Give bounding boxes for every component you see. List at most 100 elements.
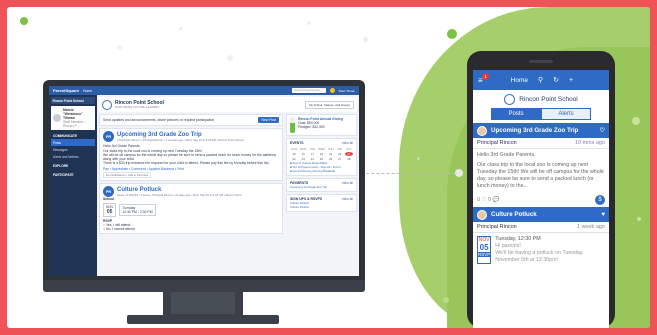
mobile-school-name: Rincon Point School [519, 95, 578, 103]
share-box: Send updates and announcements, share pi… [99, 114, 283, 126]
calendar-day[interactable]: 27 [336, 157, 344, 161]
desktop-screen: ParentSquare Home Search ParentSquare St… [49, 86, 359, 276]
post-body: There is a $30 trip entrance fee require… [103, 161, 270, 165]
school-logo-icon [504, 93, 516, 105]
add-icon[interactable]: + [569, 77, 573, 84]
mobile-post-meta: Principal Rincon 10 mins ago [473, 138, 609, 149]
signup-item[interactable]: Culture Potluck [290, 205, 353, 209]
rsvp-no-option[interactable]: ○ No, I cannot attend [103, 227, 279, 231]
post-greeting: Hello 3rd Grade Parents, [477, 152, 536, 158]
school-logo-icon [102, 99, 112, 110]
tab-posts[interactable]: Posts [491, 108, 541, 120]
search-input[interactable]: Search ParentSquare [291, 88, 326, 93]
mobile-post-meta: Principal Rincon 1 week ago [473, 222, 609, 233]
signups-view-all-link[interactable]: view all [342, 197, 353, 201]
sidebar-item-alerts[interactable]: Alerts and Notices [51, 153, 95, 160]
new-post-button[interactable]: New Post [258, 117, 279, 123]
rsvp-no-label: No, I cannot attend [106, 227, 135, 231]
post-actions[interactable]: Pay • Appreciate • Comment • Applied Bac… [103, 167, 279, 171]
connector-dot [455, 169, 463, 177]
mobile-post-title: Upcoming 3rd Grade Zoo Trip [491, 127, 579, 134]
hero-illustration: ParentSquare Home Search ParentSquare St… [7, 7, 650, 328]
post-school: School [103, 197, 115, 201]
user-card[interactable]: Marcie "Weisiesco" Tillman Staff Member … [51, 106, 95, 130]
search-icon[interactable]: ⚲ [538, 76, 543, 84]
annual-giving-pledged: Pledged: $32,490 [298, 125, 325, 129]
notifications-icon[interactable] [329, 88, 335, 93]
nav-home-link[interactable]: Home [83, 89, 92, 93]
mobile-post-header[interactable]: Upcoming 3rd Grade Zoo Trip ♡ [473, 123, 609, 138]
event-day: 05 [479, 243, 489, 252]
post-body: We will be off campus for the whole day … [103, 153, 276, 161]
post-feed: Send updates and announcements, share pi… [99, 114, 283, 236]
post-reaction-counts[interactable]: 0 ♡ 0 💬 [477, 197, 499, 203]
event-item[interactable]: ■ Oct 14 Morning Morning Breakfast [290, 169, 353, 173]
refresh-icon[interactable]: ↻ [553, 76, 559, 84]
calendar-day[interactable]: 20 [336, 152, 344, 156]
user-menu[interactable]: Staci Tilman [339, 89, 355, 93]
event-time-range: 12:30 PM - 2:30 PM [122, 210, 153, 214]
school-selector[interactable]: My School, Classes, And Groups [305, 100, 354, 109]
calendar-day[interactable]: 16 [299, 152, 307, 156]
calendar-day[interactable]: 19 [327, 152, 335, 156]
mobile-post-body: Hello 3rd Grade Parents, Our class trip … [473, 149, 609, 193]
mobile-event-row: NOV 05 RSVP Tuesday, 12:30 PM Hi parents… [473, 233, 609, 267]
avatar [53, 114, 61, 122]
events-view-all-link[interactable]: view all [342, 141, 353, 145]
calendar-day[interactable]: 28 [345, 157, 353, 161]
desktop-monitor: ParentSquare Home Search ParentSquare St… [43, 80, 365, 280]
avatar [477, 125, 487, 136]
right-column: Rincon Point Annual Giving Goal: $50,000… [286, 114, 357, 214]
post-text: Our class trip to the local zoo is comin… [477, 162, 604, 189]
tab-alerts[interactable]: Alerts [541, 108, 591, 120]
calendar-day[interactable]: 26 [327, 157, 335, 161]
monitor-base [127, 315, 279, 324]
calendar-weekday: THU [327, 147, 334, 151]
payment-item[interactable]: Upcoming 3rd Grade Zoo Trip [290, 185, 353, 189]
mobile-top-bar: ≡ 1 Home ⚲ ↻ + [473, 70, 609, 90]
annual-giving-widget[interactable]: Rincon Point Annual Giving Goal: $50,000… [286, 114, 357, 136]
mobile-title: Home [510, 76, 529, 84]
mobile-post-header[interactable]: Culture Potluck ♥ [473, 207, 609, 222]
sidebar-item-messages[interactable]: Messages [51, 146, 95, 153]
heart-icon[interactable]: ♥ [601, 211, 605, 218]
calendar-day[interactable]: 21 [344, 152, 353, 156]
post-author: Principal Rincon [477, 140, 517, 146]
sidebar-section-explore[interactable]: EXPLORE [51, 162, 95, 169]
sidebar-school-name[interactable]: Rincon Point School [51, 97, 95, 104]
user-name: Marcie "Weisiesco" Tillman [63, 108, 83, 120]
events-calendar: SUN MON TUE WED THU FRI SAT 15 16 17 18 19 20 21 22 23 2… [290, 147, 353, 161]
sidebar: Rincon Point School Marcie "Weisiesco" T… [49, 95, 97, 276]
payment-icon[interactable]: $ [595, 195, 605, 205]
mobile-screen: ≡ 1 Home ⚲ ↻ + Rincon Point School Posts… [473, 70, 609, 328]
event-details: Tuesday, 12:30 PM Hi parents! We'll be h… [495, 236, 605, 264]
calendar-weekday: MON [299, 147, 307, 151]
sidebar-item-posts[interactable]: Posts [51, 139, 95, 146]
school-header: Rincon Point School NURTURING FUTURE LEA… [99, 97, 357, 112]
post-card: PR Culture Potluck Hosts • 0 RSVPs • 0 I… [99, 183, 283, 234]
monitor-stand-shade [171, 292, 235, 314]
post-time: 10 mins ago [575, 140, 605, 146]
payments-view-all-link[interactable]: view all [342, 181, 353, 185]
post-meta: Hosts • 0 RSVPs • 0 Items • Principal Ri… [117, 192, 242, 197]
post-greeting: Hello 3rd Grade Parents, [103, 144, 141, 148]
sidebar-section-participate[interactable]: PARTICIPATE [51, 171, 95, 178]
mobile-tabs: Posts Alerts [473, 108, 609, 120]
post-notification-toggle[interactable]: No Notifications • Add to Favorites [103, 172, 152, 178]
calendar-day[interactable]: 18 [317, 152, 325, 156]
user-role: Staff Member - Rincon P... [63, 120, 86, 128]
mobile-post-footer: 0 ♡ 0 💬 $ [473, 193, 609, 207]
signups-widget: SIGN UPS & RSVPS view all Culture Potluck… [286, 194, 357, 212]
sidebar-section-communicate[interactable]: COMMUNICATE [51, 132, 95, 139]
heart-icon[interactable]: ♡ [599, 127, 605, 134]
post-card: PR Upcoming 3rd Grade Zoo Trip 3 Partici… [99, 128, 283, 181]
calendar-weekday: SUN [291, 147, 298, 151]
calendar-day[interactable]: 17 [308, 152, 316, 156]
avatar: PR [103, 186, 114, 197]
calendar-day[interactable]: 15 [290, 152, 298, 156]
brand-logo[interactable]: ParentSquare [53, 88, 79, 93]
rsvp-label: RSVP [478, 252, 491, 257]
event-date[interactable]: NOV 05 RSVP [477, 236, 492, 264]
share-prompt[interactable]: Send updates and announcements, share pi… [103, 118, 214, 122]
event-when: Tuesday, 12:30 PM [495, 236, 541, 242]
